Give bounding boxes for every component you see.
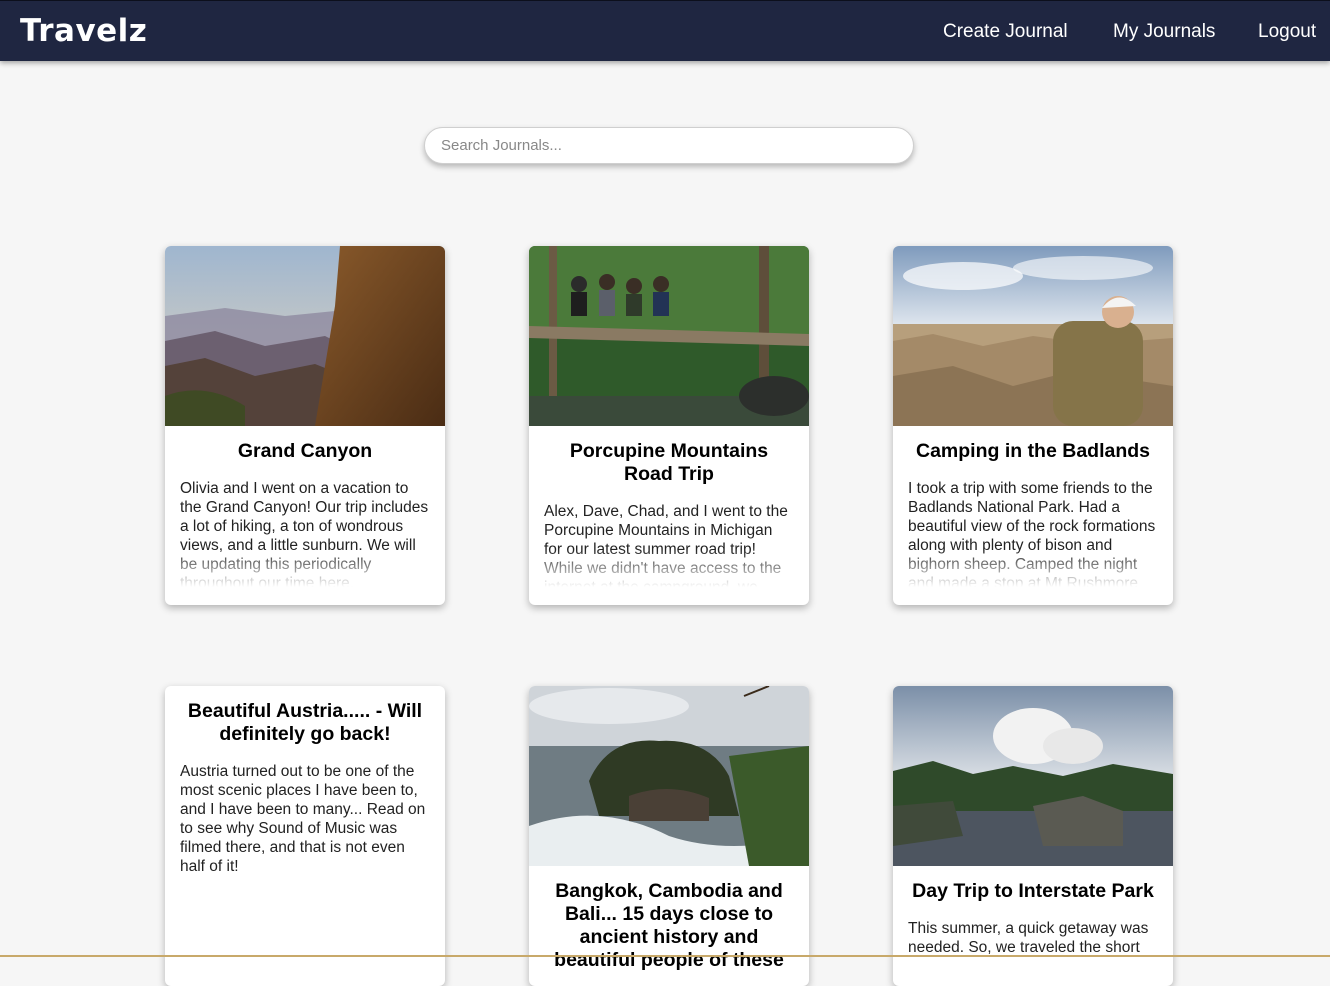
journal-card[interactable]: Day Trip to Interstate Park This summer,…	[893, 686, 1173, 986]
journal-cover-image	[165, 246, 445, 426]
journal-cover-image	[893, 246, 1173, 426]
journal-excerpt: Austria turned out to be one of the most…	[180, 763, 426, 875]
journal-excerpt: Alex, Dave, Chad, and I went to the Porc…	[529, 486, 809, 587]
journal-title: Camping in the Badlands	[915, 440, 1151, 462]
journal-title: Day Trip to Interstate Park	[912, 880, 1154, 902]
journal-title: Porcupine Mountains Road Trip	[569, 440, 769, 485]
journal-excerpt: Olivia and I went on a vacation to the G…	[165, 463, 445, 587]
journal-title: Grand Canyon	[237, 440, 373, 462]
journal-cover-image	[529, 246, 809, 426]
journal-cover-image	[893, 686, 1173, 866]
journal-cover-image	[529, 686, 809, 866]
journal-card[interactable]: Grand Canyon Olivia and I went on a vaca…	[165, 246, 445, 605]
nav-logout[interactable]: Logout	[1258, 21, 1316, 43]
brand-logo[interactable]: Travelz	[20, 13, 147, 49]
journal-title: Beautiful Austria..... - Will definitely…	[187, 700, 423, 745]
journal-excerpt: This summer, a quick getaway was needed.…	[908, 920, 1149, 956]
search-input[interactable]	[425, 128, 913, 163]
journal-card[interactable]: Beautiful Austria..... - Will definitely…	[165, 686, 445, 986]
journal-card[interactable]: Porcupine Mountains Road Trip Alex, Dave…	[529, 246, 809, 605]
journal-card[interactable]: Camping in the Badlands I took a trip wi…	[893, 246, 1173, 605]
journal-excerpt: I took a trip with some friends to the B…	[893, 463, 1173, 587]
journal-card[interactable]: Bangkok, Cambodia and Bali... 15 days cl…	[529, 686, 809, 986]
search-bar	[424, 127, 914, 164]
nav-create-journal[interactable]: Create Journal	[943, 21, 1068, 43]
nav-my-journals[interactable]: My Journals	[1113, 21, 1215, 43]
top-navbar: Travelz Create Journal My Journals Logou…	[0, 0, 1330, 61]
